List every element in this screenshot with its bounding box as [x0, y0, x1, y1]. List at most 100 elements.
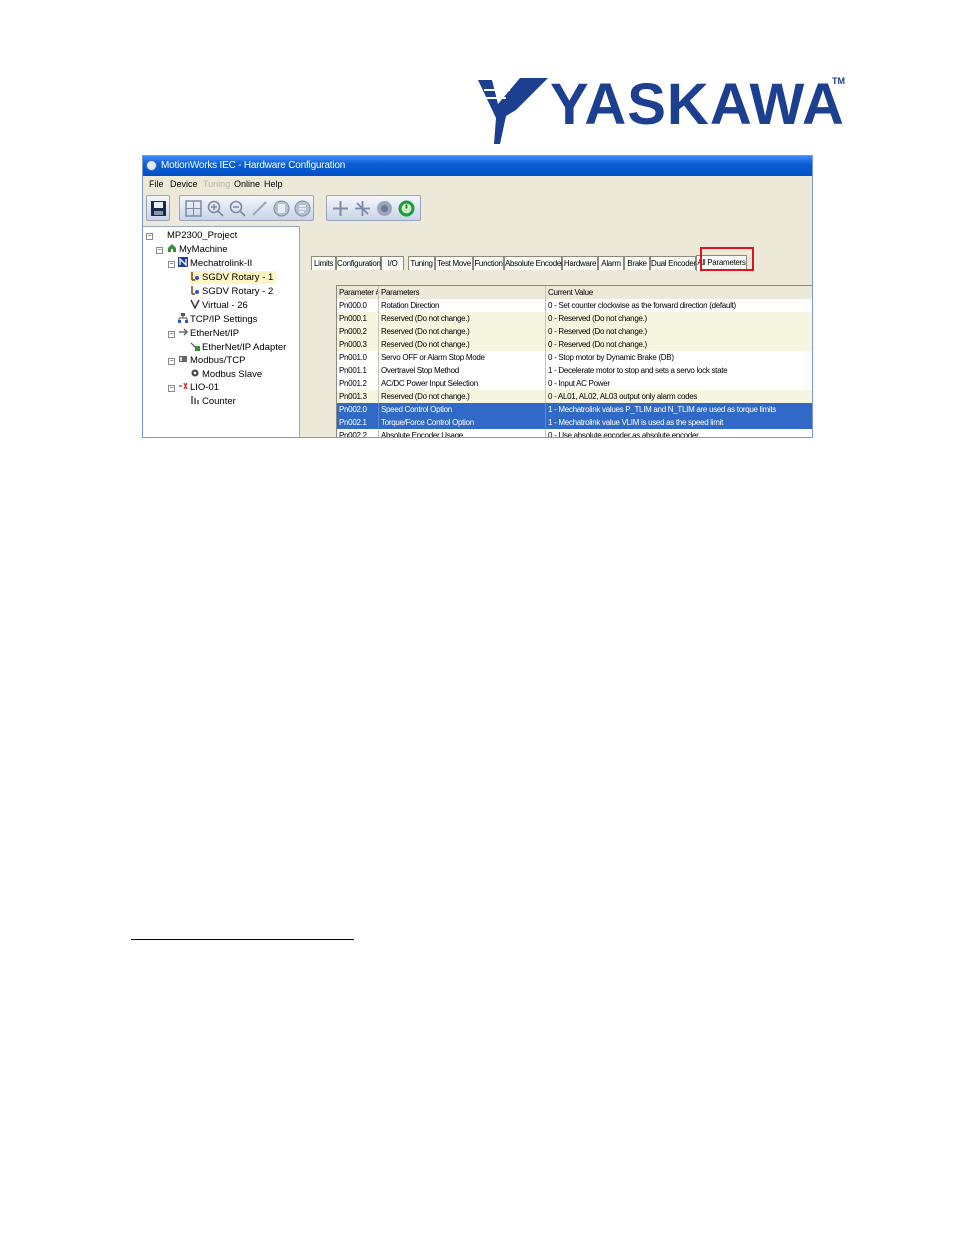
- tree-node-ethernetip[interactable]: EtherNet/IP: [178, 327, 239, 340]
- properties-icon[interactable]: [293, 199, 312, 218]
- tree-node-virtual-26[interactable]: Virtual - 26: [190, 299, 248, 312]
- add-icon[interactable]: [331, 199, 350, 218]
- tree-expander-project[interactable]: −: [146, 233, 153, 240]
- cell-parameter-name: Absolute Encoder Usage: [379, 429, 546, 437]
- cell-current-value[interactable]: 0 - Set counter clockwise as the forward…: [546, 299, 812, 312]
- table-row-selected[interactable]: Pn002.0 Speed Control Option 1 - Mechatr…: [337, 403, 812, 416]
- tab-io[interactable]: I/O: [381, 256, 404, 270]
- app-icon: [146, 160, 157, 171]
- tree-node-project[interactable]: MP2300_Project: [167, 229, 237, 242]
- tree-expander-ethernetip[interactable]: −: [168, 331, 175, 338]
- table-row[interactable]: Pn002.2 Absolute Encoder Usage 0 - Use a…: [337, 429, 812, 437]
- zoom-in-icon[interactable]: [206, 199, 225, 218]
- cell-parameter-name: Reserved (Do not change.): [379, 338, 546, 351]
- cell-parameter-name: Servo OFF or Alarm Stop Mode: [379, 351, 546, 364]
- column-header-parameter-number[interactable]: Parameter #: [337, 286, 379, 299]
- cell-current-value[interactable]: 0 - Reserved (Do not change.): [546, 325, 812, 338]
- cell-current-value[interactable]: 0 - Reserved (Do not change.): [546, 338, 812, 351]
- menu-help[interactable]: Help: [264, 176, 283, 193]
- tree-node-label: EtherNet/IP Adapter: [202, 342, 287, 353]
- hardware-configuration-window: MotionWorks IEC - Hardware Configuration…: [142, 155, 813, 438]
- tree-node-label: Virtual - 26: [202, 300, 248, 311]
- cell-parameter-number: Pn000.1: [337, 312, 379, 325]
- tab-hardware[interactable]: Hardware: [562, 256, 598, 270]
- table-row[interactable]: Pn001.1 Overtravel Stop Method 1 - Decel…: [337, 364, 812, 377]
- add-axis-icon[interactable]: [353, 199, 372, 218]
- machine-icon: [168, 244, 176, 252]
- cell-current-value[interactable]: 1 - Decelerate motor to stop and sets a …: [546, 364, 812, 377]
- tree-node-modbus-tcp[interactable]: Modbus/TCP: [178, 354, 245, 367]
- tree-node-ethernetip-adapter[interactable]: EtherNet/IP Adapter: [190, 341, 286, 354]
- cell-current-value[interactable]: 0 - AL01, AL02, AL03 output only alarm c…: [546, 390, 812, 403]
- cell-current-value[interactable]: 0 - Use absolute encoder as absolute enc…: [546, 429, 812, 437]
- tree-node-label: Modbus Slave: [202, 369, 263, 380]
- cell-parameter-number: Pn000.2: [337, 325, 379, 338]
- tab-alarm[interactable]: Alarm: [598, 256, 624, 270]
- zoom-out-icon[interactable]: [228, 199, 247, 218]
- device-icon[interactable]: [272, 199, 291, 218]
- tree-node-machine[interactable]: MyMachine: [167, 243, 228, 256]
- cell-current-value[interactable]: 0 - Input AC Power: [546, 377, 812, 390]
- cell-current-value[interactable]: 0 - Stop motor by Dynamic Brake (DB): [546, 351, 812, 364]
- cell-parameter-number: Pn001.3: [337, 390, 379, 403]
- trademark-mark: TM: [832, 76, 845, 86]
- axis-configuration-panel: Limits Configuration I/O Tuning Test Mov…: [300, 226, 812, 437]
- tree-node-sgdv-rotary-2[interactable]: SGDV Rotary - 2: [190, 285, 273, 298]
- table-row-selected[interactable]: Pn002.1 Torque/Force Control Option 1 - …: [337, 416, 812, 429]
- cell-parameter-number: Pn001.0: [337, 351, 379, 364]
- toolbar-group-file: [146, 195, 170, 221]
- tree-node-tcpip-settings[interactable]: TCP/IP Settings: [178, 313, 257, 326]
- menu-online[interactable]: Online: [234, 176, 260, 193]
- draw-line-icon[interactable]: [250, 199, 269, 218]
- tree-expander-modbus[interactable]: −: [168, 358, 175, 365]
- table-row[interactable]: Pn000.2 Reserved (Do not change.) 0 - Re…: [337, 325, 812, 338]
- tree-node-modbus-slave[interactable]: Modbus Slave: [190, 368, 262, 381]
- tab-absolute-encoder[interactable]: Absolute Encoder: [504, 256, 564, 270]
- footnote-separator: [131, 939, 354, 940]
- tree-node-lio-01[interactable]: LIO-01: [178, 381, 219, 394]
- cell-current-value[interactable]: 1 - Mechatrolink values P_TLIM and N_TLI…: [546, 403, 812, 416]
- tree-node-counter[interactable]: Counter: [190, 395, 236, 408]
- table-row[interactable]: Pn000.3 Reserved (Do not change.) 0 - Re…: [337, 338, 812, 351]
- column-header-current-value[interactable]: Current Value: [546, 286, 812, 299]
- ethernet-icon: [179, 328, 188, 336]
- tree-expander-machine[interactable]: −: [156, 247, 163, 254]
- tab-test-move[interactable]: Test Move: [435, 256, 473, 270]
- column-header-parameters[interactable]: Parameters: [379, 286, 546, 299]
- tab-function[interactable]: Function: [473, 256, 504, 270]
- cell-parameter-name: Rotation Direction: [379, 299, 546, 312]
- tree-expander-lio[interactable]: −: [168, 385, 175, 392]
- tab-dual-encoder[interactable]: Dual Encoder: [650, 256, 696, 270]
- table-row[interactable]: Pn000.0 Rotation Direction 0 - Set count…: [337, 299, 812, 312]
- table-row[interactable]: Pn000.1 Reserved (Do not change.) 0 - Re…: [337, 312, 812, 325]
- gear-icon: [191, 369, 199, 377]
- cell-parameter-name: Reserved (Do not change.): [379, 325, 546, 338]
- tab-configuration[interactable]: Configuration: [336, 256, 381, 270]
- cell-current-value[interactable]: 1 - Mechatrolink value VLIM is used as t…: [546, 416, 812, 429]
- tree-node-sgdv-rotary-1[interactable]: SGDV Rotary - 1: [190, 271, 277, 284]
- fit-view-icon[interactable]: [184, 199, 203, 218]
- cell-current-value[interactable]: 0 - Reserved (Do not change.): [546, 312, 812, 325]
- menu-file[interactable]: File: [149, 176, 164, 193]
- menu-device[interactable]: Device: [170, 176, 198, 193]
- online-connect-icon[interactable]: [397, 199, 416, 218]
- save-icon[interactable]: [149, 199, 168, 218]
- disconnect-icon[interactable]: [375, 199, 394, 218]
- tree-node-label: TCP/IP Settings: [190, 314, 258, 325]
- tree-node-mechatrolink[interactable]: Mechatrolink-II: [178, 257, 252, 270]
- tree-node-label: Counter: [202, 396, 236, 407]
- yaskawa-logo: YASKAWA TM: [476, 72, 846, 146]
- tab-limits[interactable]: Limits: [311, 256, 336, 270]
- table-row[interactable]: Pn001.0 Servo OFF or Alarm Stop Mode 0 -…: [337, 351, 812, 364]
- table-header: Parameter # Parameters Current Value: [337, 286, 812, 300]
- cell-parameter-name: Torque/Force Control Option: [379, 416, 546, 429]
- tab-brake[interactable]: Brake: [624, 256, 650, 270]
- tree-node-label: MyMachine: [179, 244, 228, 255]
- table-row[interactable]: Pn001.2 AC/DC Power Input Selection 0 - …: [337, 377, 812, 390]
- toolbar-group-edit: [326, 195, 421, 221]
- tab-tuning[interactable]: Tuning: [408, 256, 435, 270]
- tree-expander-mechatrolink[interactable]: −: [168, 261, 175, 268]
- parameters-table: Parameter # Parameters Current Value Pn0…: [336, 285, 812, 437]
- table-row[interactable]: Pn001.3 Reserved (Do not change.) 0 - AL…: [337, 390, 812, 403]
- cell-parameter-number: Pn001.2: [337, 377, 379, 390]
